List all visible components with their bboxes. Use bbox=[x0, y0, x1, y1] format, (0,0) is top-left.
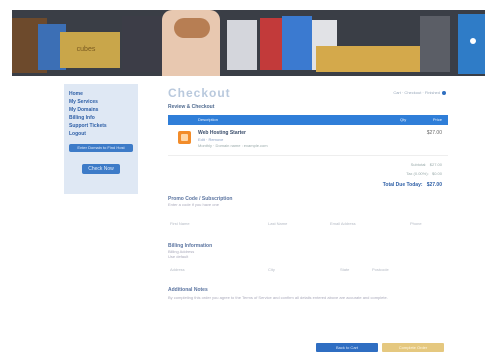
subtotal-label: Subtotal: bbox=[410, 162, 427, 167]
complete-order-button[interactable]: Complete Order bbox=[382, 343, 444, 352]
check-domain-button[interactable]: Check Now bbox=[82, 164, 120, 174]
billing-line-2[interactable]: Use default bbox=[168, 254, 448, 259]
banner-shape bbox=[282, 16, 312, 70]
back-to-cart-button[interactable]: Back to Cart bbox=[316, 343, 378, 352]
total-due-row: Total Due Today: $27.00 bbox=[383, 182, 442, 188]
banner-shape bbox=[420, 16, 450, 72]
product-name: Web Hosting Starter bbox=[198, 130, 246, 136]
banner-shape bbox=[227, 20, 257, 70]
tax-label: Tax (0.00%): bbox=[406, 171, 429, 176]
domain-search-input[interactable]: Enter Domain to Find Host bbox=[69, 144, 133, 152]
sidebar: Home My Services My Domains Billing Info… bbox=[64, 84, 138, 194]
current-step-icon bbox=[442, 90, 446, 95]
header-banner: cubes bbox=[12, 10, 485, 76]
sidebar-link-domains[interactable]: My Domains bbox=[69, 106, 133, 114]
main-content: Checkout Cart · Checkout · Finished Revi… bbox=[168, 86, 448, 301]
dot-icon bbox=[470, 38, 476, 44]
section-review-label: Review & Checkout bbox=[168, 104, 215, 110]
sidebar-link-billing[interactable]: Billing Info bbox=[69, 114, 133, 122]
sidebar-link-home[interactable]: Home bbox=[69, 90, 133, 98]
subtotal-row: Subtotal: $27.00 bbox=[411, 162, 442, 167]
banner-shape bbox=[260, 18, 282, 70]
column-header-qty: Qty bbox=[400, 117, 407, 122]
product-description: Monthly · Domain name : example.com bbox=[198, 143, 268, 148]
total-due-value: $27.00 bbox=[426, 182, 442, 188]
cart-table-header: Description Qty Price bbox=[168, 115, 448, 125]
total-due-label: Total Due Today: bbox=[382, 182, 423, 188]
steps-text: Cart · Checkout · Finished bbox=[393, 90, 440, 95]
banner-blue-panel bbox=[458, 14, 485, 74]
sidebar-link-logout[interactable]: Logout bbox=[69, 130, 133, 138]
first-name-field[interactable]: First Name bbox=[170, 221, 190, 226]
banner-gold-panel bbox=[316, 46, 434, 72]
tax-value: $0.00 bbox=[431, 171, 442, 176]
column-header-description: Description bbox=[198, 117, 219, 122]
cart-table: Description Qty Price Web Hosting Starte… bbox=[168, 115, 448, 156]
state-field[interactable]: State bbox=[340, 267, 349, 272]
notes-title: Additional Notes bbox=[168, 287, 208, 293]
table-row: Web Hosting Starter Edit · Remove Monthl… bbox=[168, 125, 448, 156]
sidebar-link-support[interactable]: Support Tickets bbox=[69, 122, 133, 130]
checkout-steps: Cart · Checkout · Finished bbox=[393, 90, 448, 95]
email-field[interactable]: Email Address bbox=[330, 221, 356, 226]
promo-hint: Enter a code if you have one bbox=[168, 202, 219, 207]
order-totals: Subtotal: $27.00 Tax (0.00%): $0.00 Tota… bbox=[168, 156, 448, 192]
banner-shape bbox=[122, 16, 162, 72]
site-logo[interactable]: cubes bbox=[69, 42, 103, 56]
product-box-icon bbox=[178, 131, 191, 144]
product-actions-link[interactable]: Edit · Remove bbox=[198, 137, 223, 142]
city-field[interactable]: City bbox=[268, 267, 275, 272]
notes-text: By completing this order you agree to th… bbox=[168, 295, 388, 300]
column-header-price: Price bbox=[432, 117, 442, 122]
address-field[interactable]: Address bbox=[170, 267, 185, 272]
contact-form-row: First Name Last Name Email Address Phone bbox=[168, 221, 448, 235]
last-name-field[interactable]: Last Name bbox=[268, 221, 287, 226]
tax-row: Tax (0.00%): $0.00 bbox=[406, 171, 442, 176]
sidebar-link-services[interactable]: My Services bbox=[69, 98, 133, 106]
product-price: $27.00 bbox=[426, 130, 442, 136]
phone-field[interactable]: Phone bbox=[410, 221, 422, 226]
banner-photo-hair bbox=[174, 18, 210, 38]
address-form-row: Address City State Postcode bbox=[168, 267, 448, 281]
subtotal-value: $27.00 bbox=[429, 162, 442, 167]
postcode-field[interactable]: Postcode bbox=[372, 267, 389, 272]
